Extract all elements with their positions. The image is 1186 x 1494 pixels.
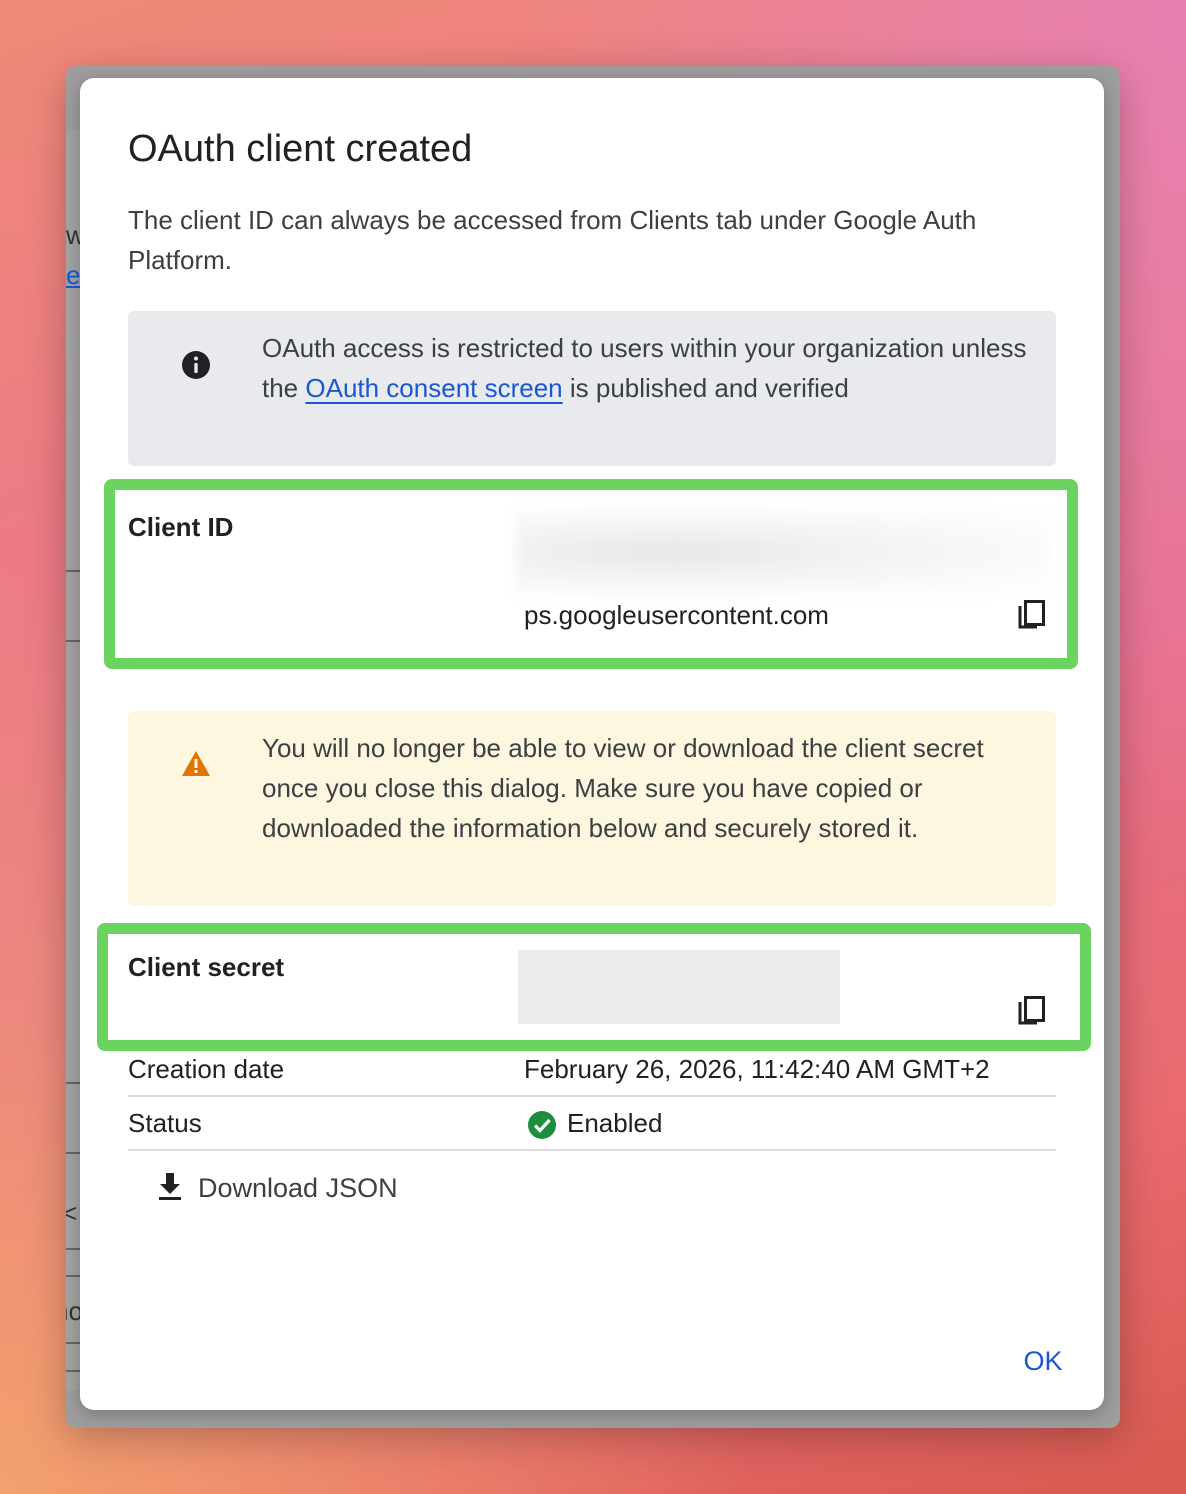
creation-date-value: February 26, 2026, 11:42:40 AM GMT+2 (524, 1054, 990, 1084)
background-divider (66, 1152, 80, 1154)
warning-notice-text: You will no longer be able to view or do… (262, 733, 984, 843)
oauth-client-created-dialog: OAuth client created The client ID can a… (80, 78, 1104, 1410)
background-link-fragment: e (66, 260, 80, 290)
warning-notice: You will no longer be able to view or do… (128, 711, 1056, 906)
check-circle-icon (527, 1110, 557, 1140)
background-divider (66, 640, 80, 642)
oauth-consent-screen-link[interactable]: OAuth consent screen (305, 373, 562, 403)
creation-date-label: Creation date (128, 1054, 285, 1084)
background-divider (66, 1370, 80, 1372)
background-text-fragment: < (66, 1198, 76, 1228)
background-divider (66, 1275, 80, 1277)
background-divider (66, 1342, 80, 1344)
background-text-fragment: no (66, 1296, 80, 1326)
status-label: Status (128, 1108, 202, 1138)
background-divider (66, 1082, 80, 1084)
warning-icon (180, 748, 212, 780)
client-id-redacted (516, 510, 1050, 594)
client-id-label: Client ID (128, 512, 234, 542)
client-secret-label: Client secret (128, 952, 285, 982)
dialog-title: OAuth client created (128, 128, 473, 170)
dialog-subtitle: The client ID can always be accessed fro… (128, 205, 977, 275)
row-divider (128, 1149, 1056, 1151)
download-json-label: Download JSON (198, 1172, 398, 1203)
download-json-button[interactable]: Download JSON (154, 1168, 398, 1208)
info-text-end: is published and verified (562, 373, 849, 403)
copy-icon[interactable] (1017, 600, 1047, 632)
row-divider (128, 1095, 1056, 1097)
download-icon (154, 1170, 186, 1207)
client-secret-redacted (518, 950, 840, 1024)
client-id-value: ps.googleusercontent.com (524, 600, 829, 630)
info-icon (180, 349, 212, 381)
background-divider (66, 570, 80, 572)
info-notice: OAuth access is restricted to users with… (128, 311, 1056, 466)
status-value: Enabled (567, 1108, 663, 1138)
background-text-fragment: w (66, 220, 80, 250)
info-notice-text: OAuth access is restricted to users with… (262, 328, 1032, 408)
background-divider (66, 1248, 80, 1250)
background-page-edge: w e < no (66, 130, 80, 1390)
copy-icon[interactable] (1017, 996, 1047, 1028)
ok-button[interactable]: OK (1008, 1339, 1078, 1383)
